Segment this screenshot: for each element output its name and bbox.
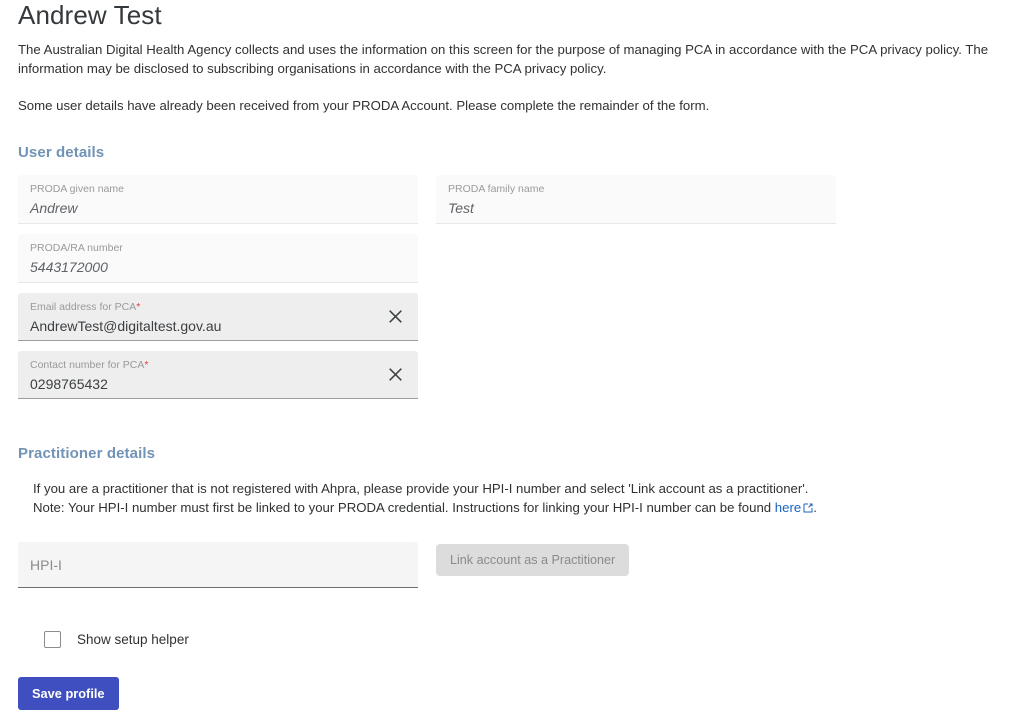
field-proda-ra-number: PRODA/RA number 5443172000 bbox=[18, 234, 418, 283]
field-hpi-i[interactable]: HPI-I bbox=[18, 542, 418, 588]
user-details-form: PRODA given name Andrew PRODA family nam… bbox=[18, 175, 1017, 399]
intro-paragraph-privacy: The Australian Digital Health Agency col… bbox=[18, 42, 989, 76]
practitioner-instruction-line-2: Note: Your HPI-I number must first be li… bbox=[33, 498, 1017, 518]
here-link[interactable]: here bbox=[775, 500, 801, 515]
field-label-contact-text: Contact number for PCA bbox=[30, 359, 145, 371]
external-link-icon bbox=[803, 499, 813, 518]
close-icon[interactable] bbox=[386, 366, 404, 384]
field-label-email-text: Email address for PCA bbox=[30, 301, 137, 313]
show-setup-helper-label: Show setup helper bbox=[77, 632, 189, 647]
field-label-proda-family-name: PRODA family name bbox=[448, 183, 545, 195]
field-value-proda-ra-number: 5443172000 bbox=[30, 259, 108, 275]
close-icon[interactable] bbox=[386, 308, 404, 326]
form-row-contact-number: Contact number for PCA* 0298765432 bbox=[18, 351, 1017, 399]
field-value-email-address[interactable]: AndrewTest@digitaltest.gov.au bbox=[30, 317, 406, 335]
practitioner-note-prefix: Note: Your HPI-I number must first be li… bbox=[33, 500, 775, 515]
field-proda-given-name: PRODA given name Andrew bbox=[18, 175, 418, 224]
required-asterisk-contact: * bbox=[144, 359, 149, 371]
field-value-proda-given-name: Andrew bbox=[30, 200, 78, 216]
form-row-ra-number: PRODA/RA number 5443172000 bbox=[18, 234, 1017, 283]
form-row-names: PRODA given name Andrew PRODA family nam… bbox=[18, 175, 1017, 224]
field-label-contact-number: Contact number for PCA* bbox=[30, 359, 406, 372]
section-heading-practitioner-details: Practitioner details bbox=[18, 445, 156, 462]
practitioner-instruction-line-1: If you are a practitioner that is not re… bbox=[33, 481, 809, 496]
field-value-contact-number[interactable]: 0298765432 bbox=[30, 375, 406, 393]
practitioner-form-row: HPI-I Link account as a Practitioner bbox=[18, 542, 1017, 588]
field-email-address[interactable]: Email address for PCA* AndrewTest@digita… bbox=[18, 293, 418, 341]
save-profile-button[interactable]: Save profile bbox=[18, 677, 119, 710]
intro-paragraph-proda: Some user details have already been rece… bbox=[18, 98, 710, 113]
field-label-proda-ra-number: PRODA/RA number bbox=[30, 242, 123, 254]
field-label-proda-given-name: PRODA given name bbox=[30, 183, 124, 195]
required-asterisk-email: * bbox=[136, 301, 141, 313]
field-label-email-address: Email address for PCA* bbox=[30, 301, 406, 314]
practitioner-instructions: If you are a practitioner that is not re… bbox=[33, 479, 1017, 518]
form-row-email: Email address for PCA* AndrewTest@digita… bbox=[18, 293, 1017, 341]
practitioner-note-suffix: . bbox=[813, 500, 817, 515]
section-heading-user-details: User details bbox=[18, 144, 105, 161]
show-setup-helper-checkbox[interactable] bbox=[44, 631, 61, 648]
show-setup-helper-row[interactable]: Show setup helper bbox=[44, 631, 1017, 648]
field-proda-family-name: PRODA family name Test bbox=[436, 175, 836, 224]
page-title: Andrew Test bbox=[18, 0, 162, 30]
field-contact-number[interactable]: Contact number for PCA* 0298765432 bbox=[18, 351, 418, 399]
profile-page: Andrew Test The Australian Digital Healt… bbox=[0, 0, 1035, 710]
field-placeholder-hpi-i: HPI-I bbox=[30, 557, 62, 573]
field-value-proda-family-name: Test bbox=[448, 200, 474, 216]
link-account-as-practitioner-button[interactable]: Link account as a Practitioner bbox=[436, 544, 630, 576]
